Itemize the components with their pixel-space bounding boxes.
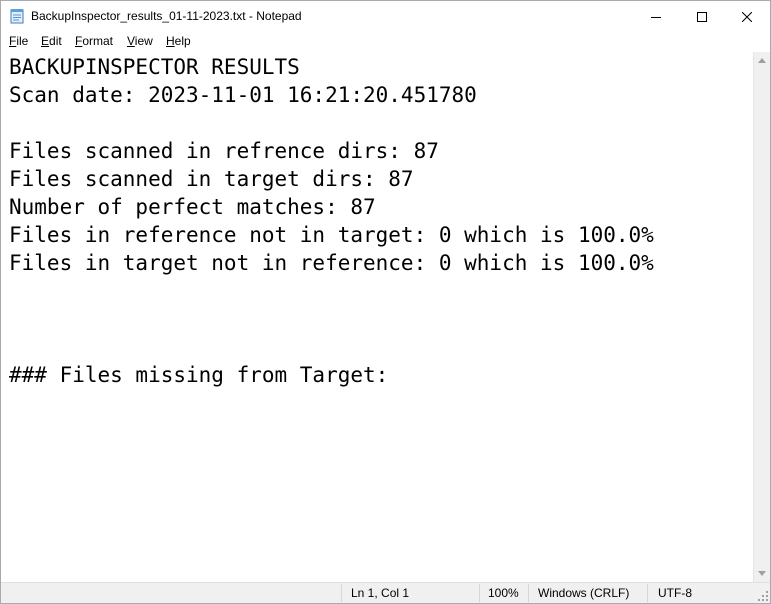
menu-help-accel: H <box>166 34 175 48</box>
status-divider <box>479 584 480 602</box>
menu-view-accel: V <box>127 34 135 48</box>
text-line: ### Files missing from Target: <box>9 363 389 387</box>
encoding: UTF-8 <box>658 586 692 600</box>
notepad-icon <box>10 9 24 24</box>
status-bar: Ln 1, Col 1 100% Windows (CRLF) UTF-8 <box>1 582 770 603</box>
maximize-button[interactable] <box>679 1 725 32</box>
close-button[interactable] <box>724 1 770 32</box>
menu-edit-label: dit <box>49 34 62 48</box>
status-divider <box>647 584 648 602</box>
text-line: Files in reference not in target: 0 whic… <box>9 223 654 247</box>
menu-format[interactable]: Format <box>75 34 113 48</box>
menu-help[interactable]: Help <box>166 34 191 48</box>
menu-format-label: ormat <box>82 34 114 48</box>
scroll-up-icon[interactable] <box>758 58 766 63</box>
close-icon <box>742 11 752 22</box>
window-title: BackupInspector_results_01-11-2023.txt -… <box>31 9 302 23</box>
menu-file[interactable]: File <box>9 34 28 48</box>
scroll-down-icon[interactable] <box>758 571 766 576</box>
title-bar[interactable]: BackupInspector_results_01-11-2023.txt -… <box>1 1 770 32</box>
notepad-window: BackupInspector_results_01-11-2023.txt -… <box>0 0 771 604</box>
line-ending: Windows (CRLF) <box>538 586 630 600</box>
text-line: Files in target not in reference: 0 whic… <box>9 251 654 275</box>
menu-view-label: iew <box>134 34 153 48</box>
menu-bar: File Edit Format View Help <box>1 32 770 52</box>
cursor-position: Ln 1, Col 1 <box>351 586 410 600</box>
resize-grip-icon[interactable] <box>758 591 768 601</box>
vertical-scrollbar[interactable] <box>753 52 770 582</box>
text-line: Scan date: 2023-11-01 16:21:20.451780 <box>9 83 477 107</box>
text-editor[interactable]: BACKUPINSPECTOR RESULTS Scan date: 2023-… <box>1 52 753 582</box>
status-divider <box>341 584 342 602</box>
menu-edit-accel: E <box>41 34 50 48</box>
menu-view[interactable]: View <box>127 34 153 48</box>
menu-file-label: ile <box>16 34 29 48</box>
menu-help-label: elp <box>174 34 191 48</box>
menu-edit[interactable]: Edit <box>41 34 62 48</box>
text-line: Files scanned in refrence dirs: 87 <box>9 139 439 163</box>
text-line: Number of perfect matches: 87 <box>9 195 376 219</box>
minimize-button[interactable] <box>633 1 679 32</box>
minimize-icon <box>651 16 661 18</box>
text-line: Files scanned in target dirs: 87 <box>9 167 414 191</box>
zoom-level: 100% <box>488 586 519 600</box>
text-line: BACKUPINSPECTOR RESULTS <box>9 55 300 79</box>
status-divider <box>528 584 529 602</box>
maximize-icon <box>697 11 707 22</box>
